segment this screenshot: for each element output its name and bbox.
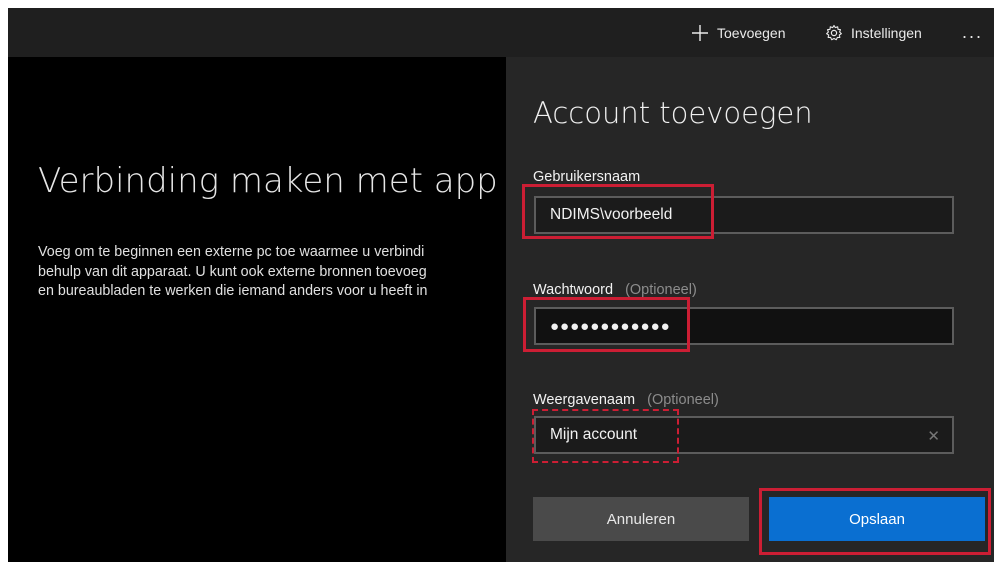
save-button[interactable]: Opslaan [769,497,985,541]
plus-icon [691,24,709,42]
settings-button[interactable]: Instellingen [825,8,922,57]
display-name-label-text: Weergavenaam [533,392,636,408]
more-options-button[interactable]: ... [962,8,983,57]
password-optional-hint: (Optioneel) [625,282,697,298]
display-name-field[interactable]: Mijn account ✕ [534,416,954,454]
password-value: ●●●●●●●●●●●● [550,317,671,335]
display-name-optional-hint: (Optioneel) [647,392,719,408]
password-label: Wachtwoord (Optioneel) [533,282,697,298]
command-bar: Toevoegen Instellingen ... [8,8,994,57]
add-button[interactable]: Toevoegen [691,8,786,57]
add-button-label: Toevoegen [717,24,786,41]
welcome-area: Verbinding maken met app Voeg om te begi… [8,57,506,562]
settings-button-label: Instellingen [851,24,922,41]
welcome-title: Verbinding maken met app [38,161,498,201]
panel-title: Account toevoegen [533,96,813,130]
username-label: Gebruikersnaam [533,169,640,185]
add-account-panel: Account toevoegen Gebruikersnaam NDIMS\v… [506,57,994,562]
username-label-text: Gebruikersnaam [533,169,641,185]
display-name-value: Mijn account [550,426,638,443]
username-value: NDIMS\voorbeeld [550,206,673,223]
welcome-description: Voeg om te beginnen een externe pc toe w… [38,244,428,299]
password-label-text: Wachtwoord [533,282,614,298]
clear-icon[interactable]: ✕ [927,427,940,445]
display-name-label: Weergavenaam (Optioneel) [533,392,719,408]
password-field[interactable]: ●●●●●●●●●●●● [534,307,954,345]
cancel-button[interactable]: Annuleren [533,497,749,541]
app-window: Toevoegen Instellingen ... Verbinding ma… [8,8,994,562]
gear-icon [825,24,843,42]
username-field[interactable]: NDIMS\voorbeeld [534,196,954,234]
